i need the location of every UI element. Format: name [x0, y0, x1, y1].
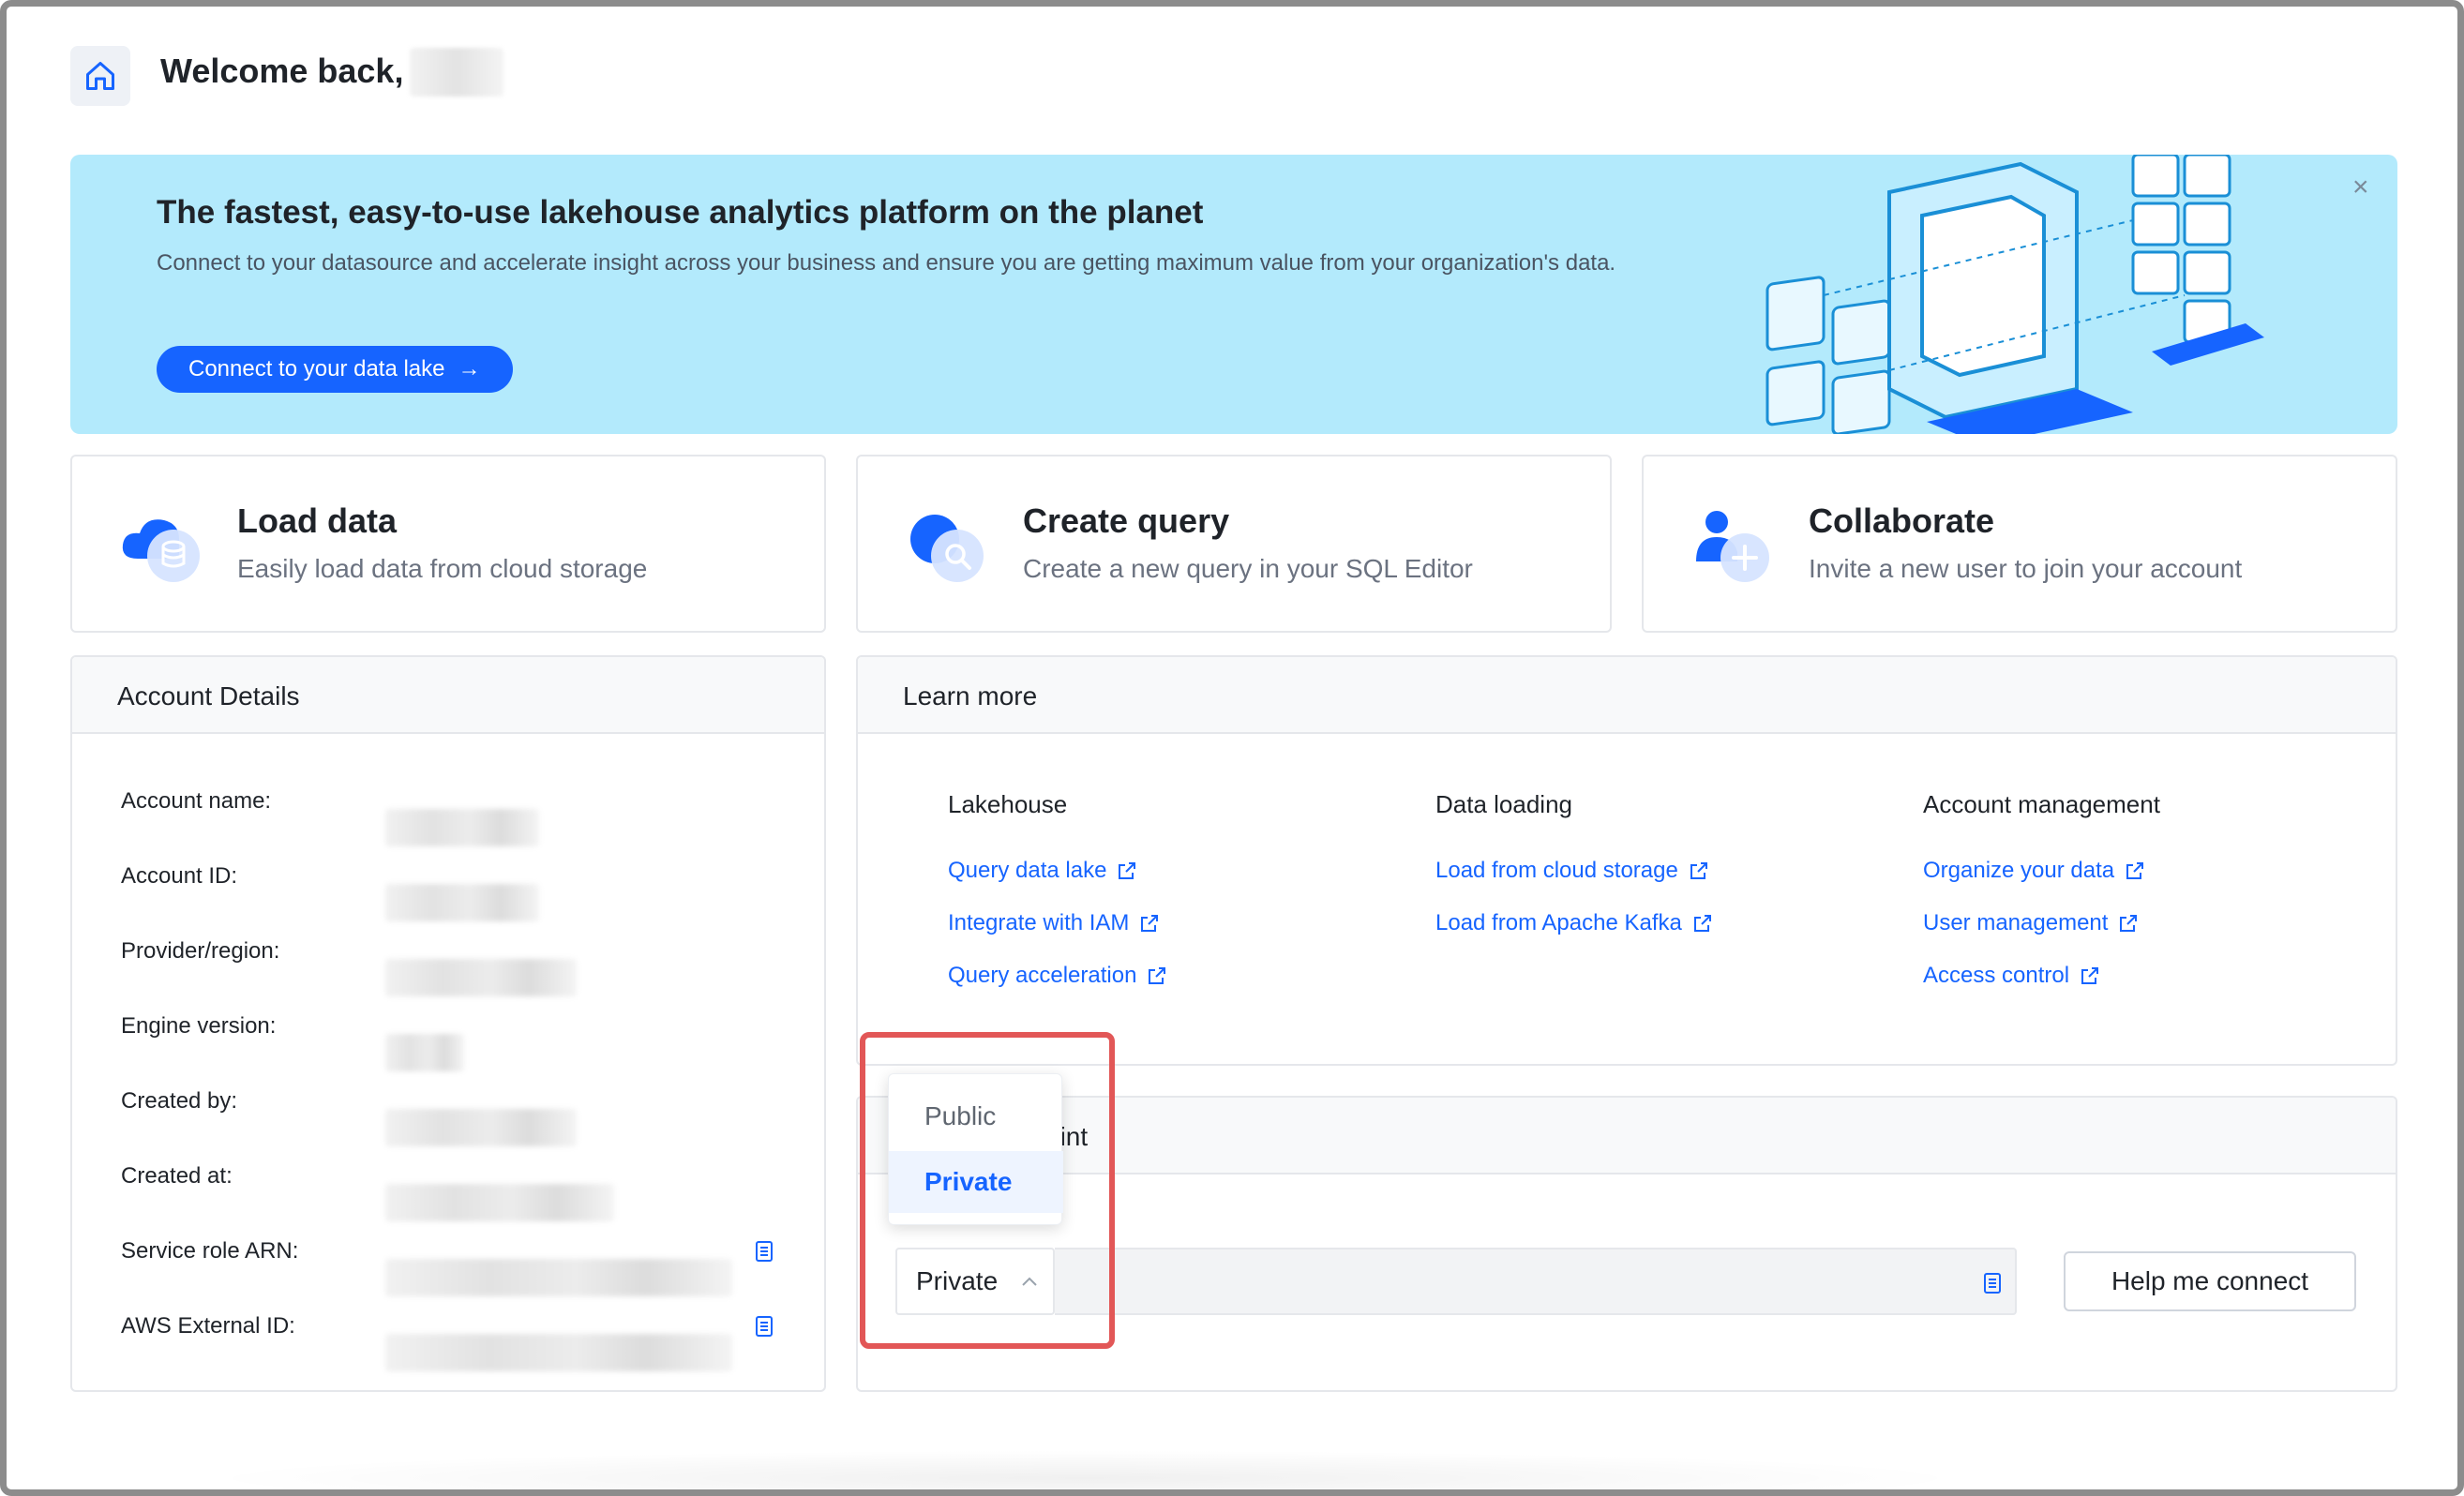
created-at-value — [385, 1184, 614, 1221]
account-name-label: Account name: — [121, 788, 272, 814]
user-management-link[interactable]: User management — [1923, 910, 2140, 936]
copy-icon[interactable] — [755, 1238, 775, 1263]
query-data-lake-link[interactable]: Query data lake — [948, 858, 1138, 884]
account-management-column-title: Account management — [1923, 790, 2160, 818]
load-apache-kafka-link[interactable]: Load from Apache Kafka — [1435, 910, 1714, 936]
home-icon — [86, 62, 114, 90]
query-acceleration-label: Query acceleration — [948, 963, 1137, 988]
aws-external-id-value — [385, 1334, 732, 1371]
cloud-database-icon — [122, 519, 200, 582]
connect-data-lake-label: Connect to your data lake — [188, 356, 445, 381]
create-query-subtitle: Create a new query in your SQL Editor — [1023, 554, 1473, 583]
engine-version-label: Engine version: — [121, 1013, 277, 1039]
provider-region-label: Provider/region: — [121, 938, 280, 964]
external-link-icon — [2120, 915, 2138, 932]
collaborate-title: Collaborate — [1809, 501, 1995, 540]
external-link-icon — [1693, 915, 1711, 932]
connect-data-lake-button[interactable]: Connect to your data lake → — [157, 346, 513, 393]
query-acceleration-link[interactable]: Query acceleration — [948, 963, 1168, 989]
external-link-icon — [1149, 967, 1166, 984]
created-at-label: Created at: — [121, 1163, 233, 1189]
data-loading-column-title: Data loading — [1435, 790, 1572, 818]
user-management-label: User management — [1923, 910, 2109, 935]
create-query-title: Create query — [1023, 501, 1230, 540]
load-data-title: Load data — [237, 501, 398, 540]
integrate-iam-label: Integrate with IAM — [948, 910, 1130, 935]
aws-external-id-label: AWS External ID: — [121, 1313, 295, 1339]
copy-icon[interactable] — [755, 1313, 775, 1338]
learn-more-header: Learn more — [858, 657, 2396, 734]
created-by-label: Created by: — [121, 1088, 238, 1114]
promo-banner: The fastest, easy-to-use lakehouse analy… — [70, 155, 2397, 434]
search-query-icon — [910, 515, 984, 582]
load-data-subtitle: Easily load data from cloud storage — [237, 554, 648, 583]
external-link-icon — [1690, 862, 1707, 879]
learn-more-panel: Learn more Lakehouse Query data lake Int… — [856, 655, 2397, 1066]
load-cloud-storage-label: Load from cloud storage — [1435, 858, 1678, 883]
create-query-card[interactable]: Create query Create a new query in your … — [856, 455, 1612, 633]
copy-icon[interactable] — [1983, 1270, 2004, 1294]
collaborate-card[interactable]: Collaborate Invite a new user to join yo… — [1642, 455, 2397, 633]
banner-description: Connect to your datasource and accelerat… — [157, 250, 1616, 276]
welcome-heading: Welcome back, — [160, 52, 404, 90]
provider-region-value — [385, 959, 577, 996]
service-role-arn-value — [385, 1259, 732, 1296]
learn-more-title: Learn more — [903, 681, 1038, 711]
endpoint-url-field[interactable] — [1055, 1248, 2017, 1315]
redacted-user-name — [410, 48, 503, 97]
account-details-header: Account Details — [72, 657, 824, 734]
integrate-iam-link[interactable]: Integrate with IAM — [948, 910, 1161, 936]
external-link-icon — [1119, 862, 1136, 879]
close-icon[interactable]: × — [2352, 172, 2369, 203]
add-user-icon — [1696, 511, 1769, 582]
load-cloud-storage-link[interactable]: Load from cloud storage — [1435, 858, 1710, 884]
service-role-arn-label: Service role ARN: — [121, 1238, 299, 1264]
account-name-value — [385, 809, 539, 846]
account-id-label: Account ID: — [121, 863, 238, 889]
bottom-shadow — [194, 1450, 1976, 1489]
load-apache-kafka-label: Load from Apache Kafka — [1435, 910, 1682, 935]
account-id-value — [385, 884, 539, 921]
external-link-icon — [2126, 862, 2144, 879]
external-link-icon — [2081, 967, 2099, 984]
app-window: Welcome back, The fastest, easy-to-use l… — [0, 0, 2464, 1496]
account-details-panel: Account Details Account name: Account ID… — [70, 655, 826, 1392]
external-link-icon — [1141, 915, 1159, 932]
query-data-lake-label: Query data lake — [948, 858, 1107, 883]
access-control-link[interactable]: Access control — [1923, 963, 2101, 989]
engine-version-value — [385, 1034, 464, 1071]
home-button[interactable] — [70, 46, 130, 106]
lakehouse-illustration — [1765, 155, 2264, 434]
access-control-label: Access control — [1923, 963, 2070, 988]
created-by-value — [385, 1109, 577, 1146]
collaborate-subtitle: Invite a new user to join your account — [1809, 554, 2243, 583]
highlight-box — [860, 1032, 1115, 1349]
banner-title: The fastest, easy-to-use lakehouse analy… — [157, 194, 1204, 231]
help-me-connect-button[interactable]: Help me connect — [2064, 1251, 2356, 1311]
load-data-card[interactable]: Load data Easily load data from cloud st… — [70, 455, 826, 633]
account-details-title: Account Details — [117, 681, 300, 711]
organize-data-link[interactable]: Organize your data — [1923, 858, 2146, 884]
arrow-right-icon: → — [458, 356, 481, 381]
organize-data-label: Organize your data — [1923, 858, 2115, 883]
lakehouse-column-title: Lakehouse — [948, 790, 1068, 818]
